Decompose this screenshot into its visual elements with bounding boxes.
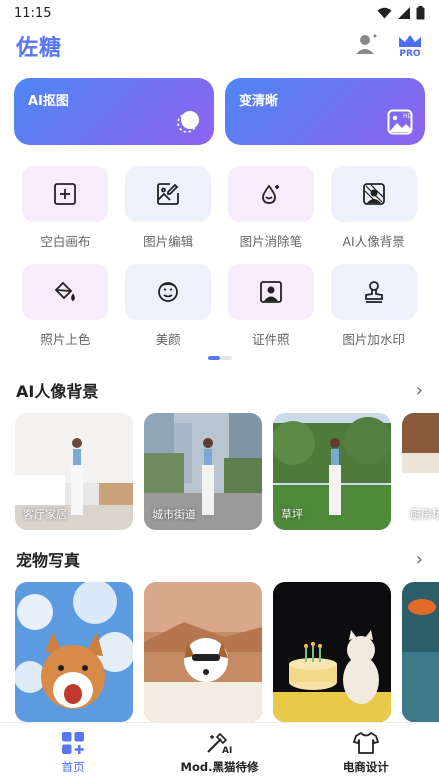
gallery-item[interactable]: [15, 582, 133, 722]
section-title: 宠物写真: [16, 551, 81, 570]
crown-icon: [399, 35, 421, 47]
tool-label: 图片编辑: [143, 234, 194, 249]
feature-cards: AI抠图 变清晰 HD: [14, 78, 425, 145]
bottom-navigation: 首页 AI Mod.黑猫待修 电商设计: [0, 722, 439, 782]
tool-watermark[interactable]: 图片加水印: [322, 264, 425, 348]
watermark-stamp-icon: [364, 281, 383, 303]
gallery-item[interactable]: 草坪: [273, 413, 391, 530]
tool-label: 空白画布: [40, 234, 91, 249]
gallery-caption: 厨房场: [410, 508, 439, 521]
tool-portrait-bg[interactable]: AI人像背景: [322, 166, 425, 250]
eraser-pen-icon: [261, 184, 279, 204]
enhance-label: 变清晰: [239, 94, 279, 109]
tool-label: AI人像背景: [342, 234, 405, 249]
status-bar: 11:15: [0, 0, 439, 26]
tool-eraser[interactable]: 图片消除笔: [220, 166, 323, 250]
tool-beauty[interactable]: 美颜: [117, 264, 220, 348]
gallery-item[interactable]: [273, 582, 391, 722]
paint-bucket-icon: [55, 281, 76, 302]
gallery-caption: 客厅家居: [23, 508, 67, 521]
blank-canvas-icon: [54, 183, 77, 205]
pager-dot: [220, 356, 232, 360]
ai-cutout-card[interactable]: AI抠图: [14, 78, 214, 145]
tool-label: 美颜: [155, 332, 181, 347]
pro-badge: PRO: [399, 49, 421, 59]
tool-label: 照片上色: [40, 332, 91, 347]
ai-cutout-label: AI抠图: [28, 94, 69, 109]
cutout-icon: [177, 111, 199, 133]
gallery-caption: 草坪: [281, 508, 303, 521]
chevron-right-icon[interactable]: ›: [416, 380, 423, 401]
tool-image-edit[interactable]: 图片编辑: [117, 166, 220, 250]
portrait-bg-gallery: 客厅家居 城市街道 草坪 厨房场: [15, 413, 439, 530]
tool-label: 图片消除笔: [239, 234, 303, 249]
enhance-card[interactable]: 变清晰 HD: [225, 78, 425, 145]
tool-blank-canvas[interactable]: 空白画布: [14, 166, 117, 250]
fish-photo: [402, 582, 439, 722]
app-title: 佐糖: [16, 36, 63, 61]
nav-label: Mod.黑猫待修: [180, 760, 259, 774]
beauty-face-icon: [158, 282, 179, 302]
pet-photo-gallery: [15, 582, 439, 722]
magic-wand-ai-icon: AI: [207, 732, 233, 755]
tool-label: 图片加水印: [342, 332, 405, 347]
pet-photo-section-header[interactable]: 宠物写真 ›: [16, 547, 423, 571]
corgi-sky-photo: [15, 582, 133, 722]
svg-text:AI: AI: [222, 746, 232, 755]
gallery-item[interactable]: 城市街道: [144, 413, 262, 530]
gallery-item[interactable]: [144, 582, 262, 722]
tool-colorize[interactable]: 照片上色: [14, 264, 117, 348]
tool-label: 证件照: [252, 332, 290, 347]
status-time: 11:15: [14, 5, 52, 21]
portrait-background-icon: [362, 183, 385, 205]
battery-icon: [416, 6, 425, 20]
nav-label: 首页: [61, 760, 85, 774]
image-edit-icon: [157, 183, 180, 205]
gallery-item[interactable]: 客厅家居: [15, 413, 133, 530]
nav-mod[interactable]: AI Mod.黑猫待修: [146, 723, 292, 782]
gallery-caption: 城市街道: [152, 508, 196, 521]
app-header: 佐糖 PRO: [0, 26, 439, 66]
pro-button[interactable]: PRO: [397, 33, 423, 59]
gallery-item[interactable]: 厨房场: [402, 413, 439, 530]
user-profile-icon: [356, 34, 377, 54]
tshirt-icon: [352, 732, 379, 754]
wifi-icon: [377, 7, 392, 19]
home-grid-icon: [62, 732, 85, 754]
cat-cake-photo: [273, 582, 391, 722]
gallery-item[interactable]: [402, 582, 439, 722]
pager-dot-active: [208, 356, 220, 360]
carousel-pager: [208, 356, 232, 360]
nav-ecommerce[interactable]: 电商设计: [293, 723, 439, 782]
nav-label: 电商设计: [342, 760, 389, 774]
tools-grid: 空白画布 图片编辑 图片消除笔 AI人像背景 照片上色 美颜 证件照 图片加水印: [14, 166, 425, 348]
profile-button[interactable]: [355, 32, 379, 60]
svg-text:HD: HD: [403, 113, 413, 120]
dog-car-photo: [144, 582, 262, 722]
id-photo-icon: [259, 281, 282, 303]
hd-photo-icon: HD: [387, 109, 413, 135]
chevron-right-icon[interactable]: ›: [416, 549, 423, 570]
tool-id-photo[interactable]: 证件照: [220, 264, 323, 348]
portrait-bg-section-header[interactable]: AI人像背景 ›: [16, 378, 423, 402]
section-title: AI人像背景: [16, 382, 99, 401]
nav-home[interactable]: 首页: [0, 723, 146, 782]
signal-icon: [398, 7, 410, 19]
